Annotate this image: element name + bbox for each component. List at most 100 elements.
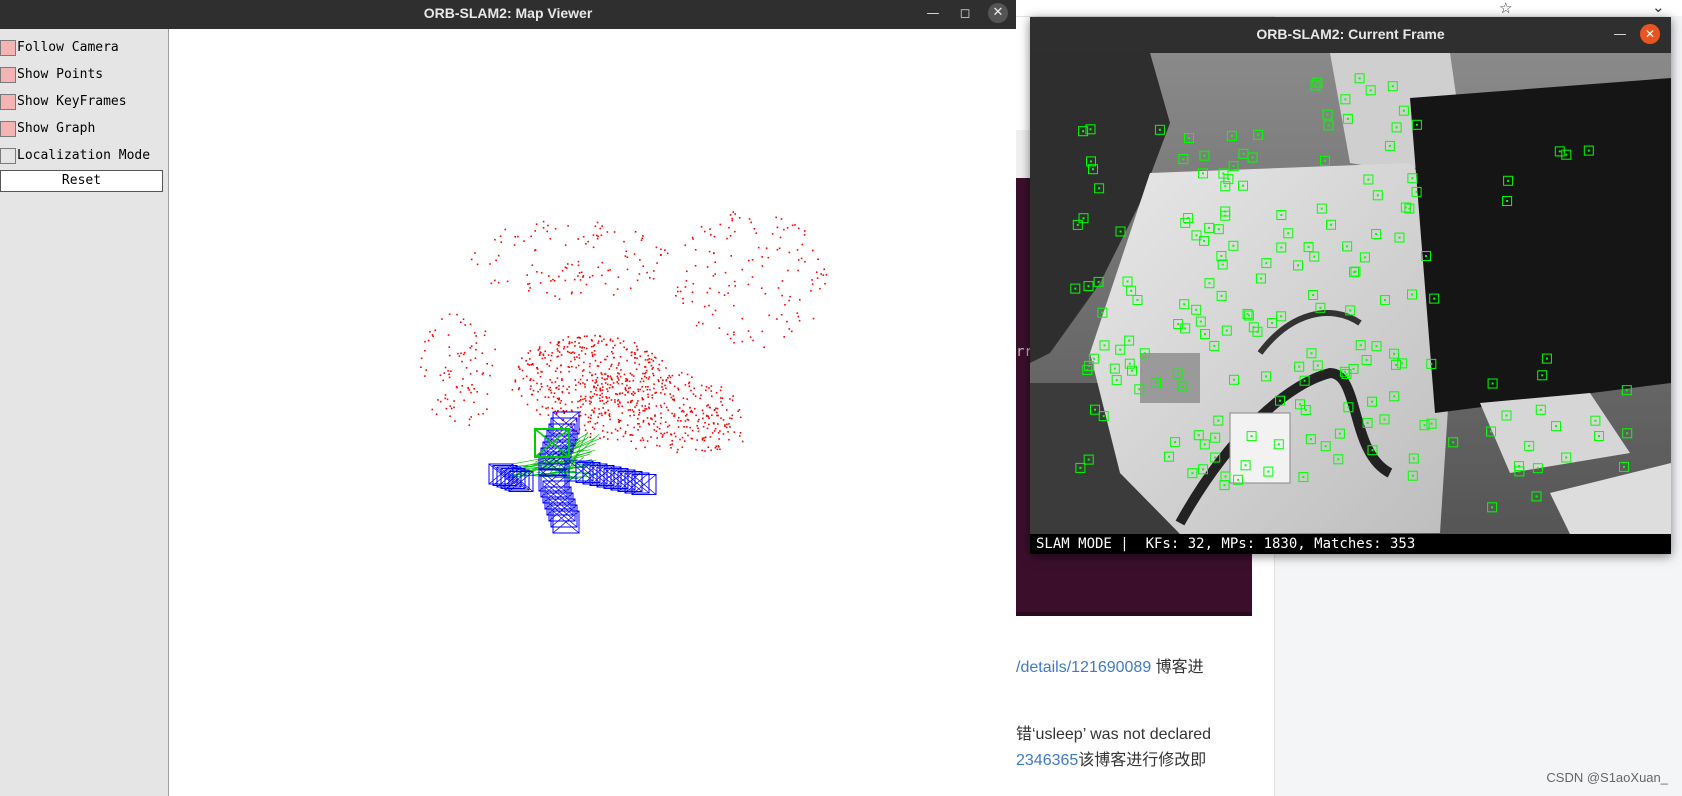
feature-point: [1558, 150, 1561, 153]
map-point: [673, 432, 676, 435]
map-point: [490, 282, 493, 285]
map-point: [651, 397, 654, 399]
chevron-down-icon[interactable]: ⌄: [1652, 0, 1665, 16]
follow-camera-toggle[interactable]: Follow Camera: [0, 36, 168, 58]
maximize-button[interactable]: ◻: [955, 4, 975, 24]
article-link[interactable]: 2346365: [1016, 752, 1078, 769]
map-point: [647, 378, 650, 380]
map-point: [486, 363, 488, 365]
checkbox[interactable]: [0, 148, 16, 164]
checkbox-label: Show Points: [17, 67, 104, 82]
map-point: [796, 312, 799, 314]
map-point: [764, 293, 767, 295]
map-point: [606, 431, 609, 434]
map-point: [653, 383, 655, 385]
window-title: ORB-SLAM2: Current Frame: [1256, 26, 1445, 42]
reset-button[interactable]: Reset: [0, 170, 163, 192]
map-point: [717, 423, 719, 425]
map-point: [733, 431, 736, 433]
feature-point: [1183, 303, 1186, 306]
map-point: [669, 376, 672, 379]
minimize-button[interactable]: —: [1610, 25, 1630, 45]
map-3d-view[interactable]: [169, 29, 1016, 796]
star-icon[interactable]: ☆: [1499, 0, 1512, 17]
feature-point: [1365, 359, 1368, 361]
map-point: [601, 396, 604, 398]
feature-point: [1182, 158, 1185, 161]
article-link[interactable]: /details/121690089: [1016, 659, 1151, 676]
map-point: [629, 409, 631, 411]
map-point: [665, 406, 668, 409]
map-point: [470, 258, 473, 261]
map-point: [686, 398, 688, 400]
map-point: [599, 388, 601, 391]
map-point: [444, 366, 447, 369]
close-button[interactable]: ✕: [988, 3, 1008, 23]
feature-point: [1326, 113, 1329, 116]
map-point: [658, 363, 661, 366]
map-point: [603, 338, 605, 341]
map-point: [684, 244, 687, 246]
checkbox[interactable]: [0, 40, 16, 56]
map-point: [564, 279, 567, 282]
map-point: [457, 352, 459, 355]
feature-point: [1098, 187, 1101, 190]
map-point: [645, 371, 647, 374]
map-point: [548, 275, 550, 277]
map-point: [583, 346, 586, 349]
map-point: [634, 231, 637, 233]
map-point: [797, 269, 799, 272]
localization-mode-toggle[interactable]: Localization Mode: [0, 144, 168, 166]
map-point: [626, 256, 629, 258]
map-point: [536, 399, 539, 401]
show-keyframes-toggle[interactable]: Show KeyFrames: [0, 90, 168, 112]
map-point: [647, 386, 649, 388]
map-point: [531, 363, 534, 365]
map-viewer-titlebar[interactable]: ORB-SLAM2: Map Viewer — ◻ ✕: [0, 0, 1016, 29]
map-point: [597, 365, 600, 367]
close-button[interactable]: ✕: [1640, 24, 1660, 44]
map-point: [460, 321, 462, 323]
map-point: [820, 273, 822, 275]
map-point: [660, 412, 662, 415]
checkbox[interactable]: [0, 94, 16, 110]
map-point: [532, 389, 535, 392]
feature-point: [1314, 84, 1317, 87]
map-point: [747, 330, 750, 332]
map-point: [607, 390, 609, 393]
show-points-toggle[interactable]: Show Points: [0, 63, 168, 85]
map-point: [530, 378, 532, 380]
map-point: [574, 358, 576, 361]
map-point: [563, 346, 566, 348]
map-point: [671, 443, 673, 445]
map-point: [606, 383, 609, 386]
map-point: [657, 379, 660, 381]
checkbox[interactable]: [0, 67, 16, 83]
map-point: [688, 385, 691, 388]
map-point: [593, 428, 596, 430]
map-point: [467, 386, 469, 389]
minimize-button[interactable]: —: [923, 4, 943, 24]
show-graph-toggle[interactable]: Show Graph: [0, 117, 168, 139]
map-point: [459, 391, 462, 393]
map-point: [694, 265, 697, 267]
map-point: [567, 365, 570, 368]
map-point: [663, 432, 666, 435]
feature-point: [1242, 152, 1245, 155]
map-point: [431, 408, 434, 411]
map-point: [626, 359, 628, 362]
map-point: [437, 399, 439, 401]
map-point: [600, 412, 603, 415]
map-point: [642, 380, 645, 383]
checkbox[interactable]: [0, 121, 16, 137]
map-point: [578, 354, 580, 356]
map-point: [751, 276, 754, 278]
map-point: [767, 256, 770, 259]
feature-point: [1518, 470, 1521, 473]
map-point: [760, 287, 763, 289]
map-point: [613, 231, 616, 233]
map-point: [540, 383, 543, 385]
map-point: [580, 395, 582, 398]
map-point: [484, 330, 487, 333]
map-point: [591, 374, 593, 377]
